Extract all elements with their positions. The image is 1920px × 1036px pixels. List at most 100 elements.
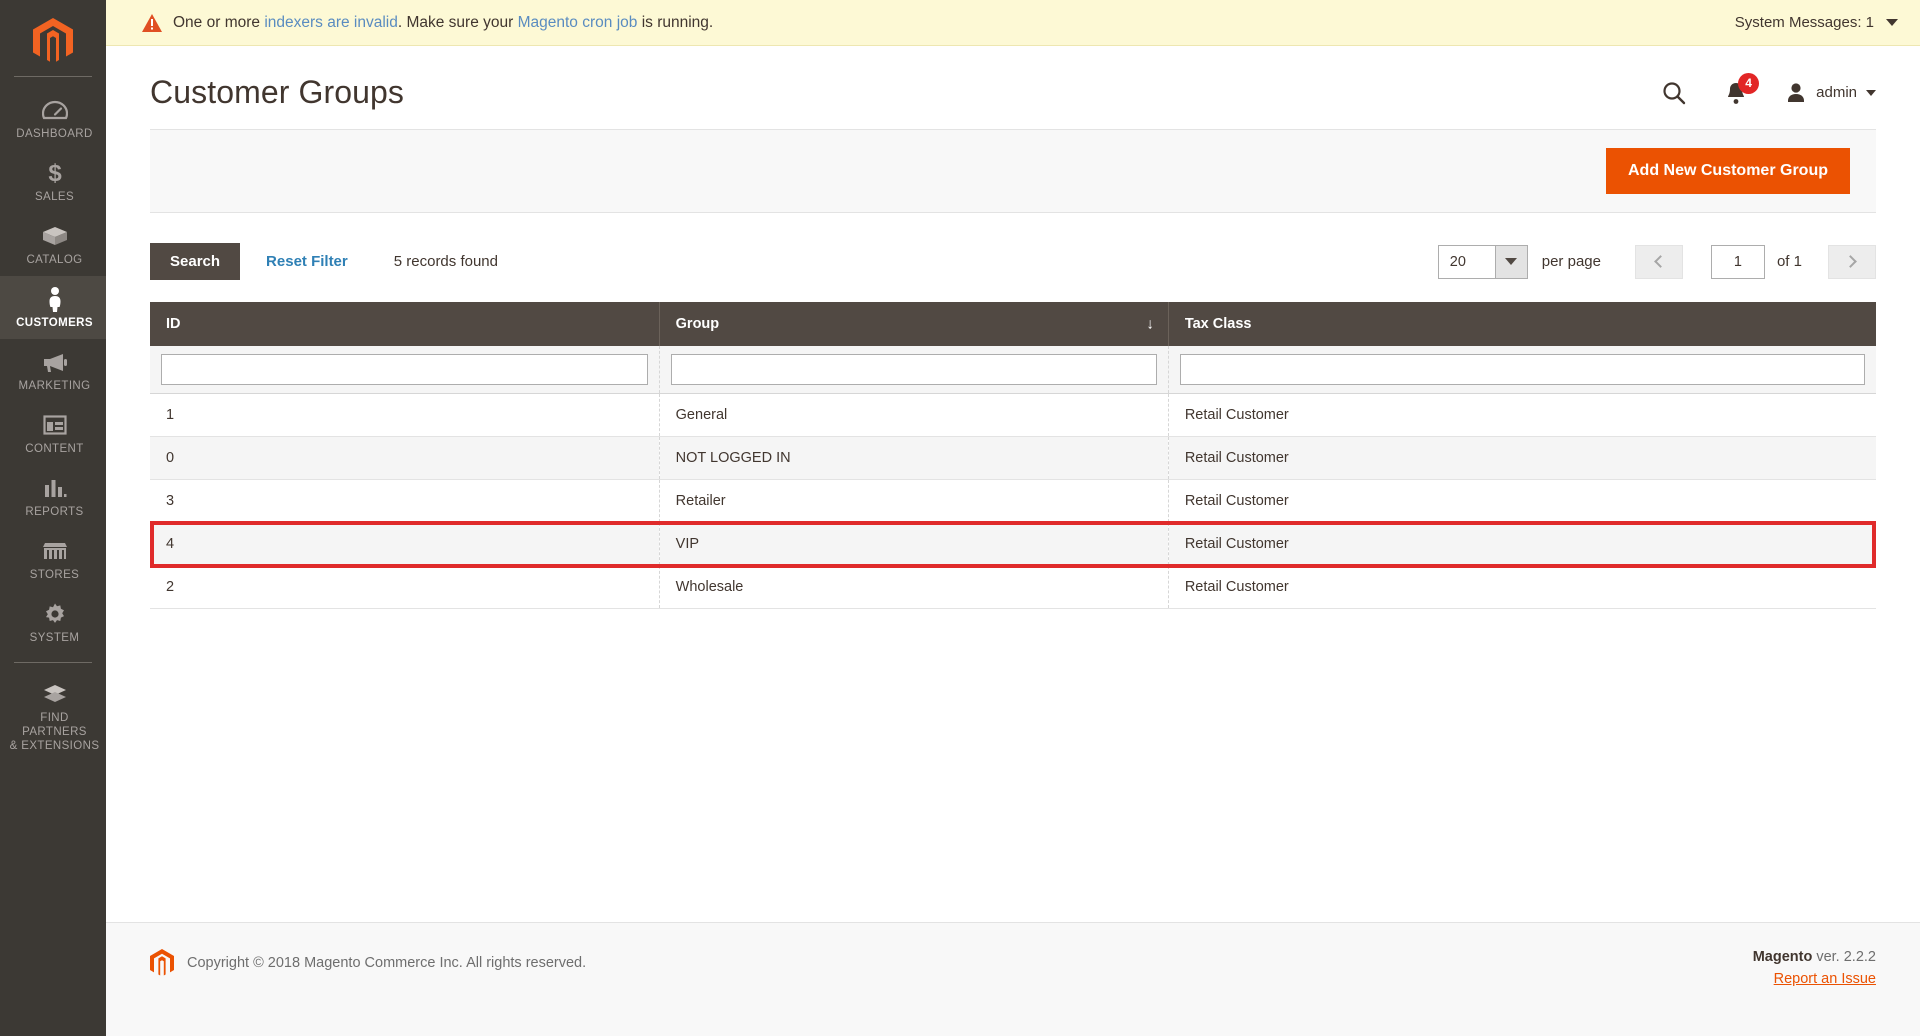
sidebar-item-marketing[interactable]: MARKETING bbox=[0, 339, 106, 402]
cell-group[interactable]: Wholesale bbox=[659, 565, 1169, 609]
cell-id[interactable]: 2 bbox=[150, 565, 660, 609]
global-search-button[interactable] bbox=[1661, 80, 1687, 106]
sidebar-item-label: SYSTEM bbox=[29, 632, 80, 644]
column-header-label: ID bbox=[166, 316, 181, 332]
system-messages-toggle[interactable]: System Messages: 1 bbox=[1735, 14, 1898, 31]
search-button[interactable]: Search bbox=[150, 243, 241, 280]
grid-header-row: ID Group ↓ Tax Class bbox=[150, 302, 1876, 346]
storefront-icon bbox=[7, 538, 102, 564]
report-an-issue-link[interactable]: Report an Issue bbox=[1753, 971, 1876, 987]
filter-cell-tax-class bbox=[1168, 346, 1876, 394]
cell-id[interactable]: 3 bbox=[150, 479, 660, 523]
sidebar-item-label-line1: FIND PARTNERS bbox=[22, 712, 87, 738]
pagination-controls: 20 per page of 1 bbox=[1437, 244, 1876, 279]
table-row-highlighted[interactable]: 4 VIP Retail Customer bbox=[150, 522, 1876, 566]
sidebar-item-label: DASHBOARD bbox=[16, 128, 93, 140]
records-found-label: 5 records found bbox=[393, 253, 498, 270]
table-row[interactable]: 1 General Retail Customer bbox=[150, 393, 1876, 437]
cell-tax-class[interactable]: Retail Customer bbox=[1168, 479, 1876, 523]
sidebar-item-label: CATALOG bbox=[26, 254, 83, 266]
cell-group[interactable]: NOT LOGGED IN bbox=[659, 436, 1169, 480]
grid-filter-row bbox=[150, 346, 1876, 394]
grid-body: 1 General Retail Customer 0 NOT LOGGED I… bbox=[150, 346, 1876, 609]
sidebar-item-customers[interactable]: CUSTOMERS bbox=[0, 276, 106, 339]
chevron-left-icon bbox=[1654, 255, 1667, 268]
admin-user-name: admin bbox=[1816, 84, 1857, 101]
sidebar-item-dashboard[interactable]: DASHBOARD bbox=[0, 87, 106, 150]
cell-tax-class[interactable]: Retail Customer bbox=[1168, 393, 1876, 437]
cron-job-link[interactable]: Magento cron job bbox=[518, 14, 638, 31]
column-header-group[interactable]: Group ↓ bbox=[659, 302, 1169, 346]
cell-tax-class[interactable]: Retail Customer bbox=[1168, 522, 1876, 566]
admin-user-menu[interactable]: admin bbox=[1785, 81, 1876, 105]
cell-group[interactable]: Retailer bbox=[659, 479, 1169, 523]
magento-logo-icon bbox=[33, 18, 73, 62]
notifications-button[interactable]: 4 bbox=[1725, 72, 1760, 105]
filter-input-tax-class[interactable] bbox=[1179, 354, 1865, 385]
table-row[interactable]: 2 Wholesale Retail Customer bbox=[150, 565, 1876, 609]
layout-icon bbox=[7, 412, 102, 438]
sidebar-item-sales[interactable]: $ SALES bbox=[0, 150, 106, 213]
box-icon bbox=[7, 223, 102, 249]
sidebar-item-system[interactable]: SYSTEM bbox=[0, 591, 106, 654]
chevron-right-icon bbox=[1844, 255, 1857, 268]
cell-id[interactable]: 0 bbox=[150, 436, 660, 480]
filter-cell-group bbox=[659, 346, 1169, 394]
page-footer: Copyright © 2018 Magento Commerce Inc. A… bbox=[106, 922, 1920, 1036]
next-page-button[interactable] bbox=[1828, 244, 1876, 279]
grid-table: ID Group ↓ Tax Class 1 General Retail Cu… bbox=[150, 302, 1876, 609]
reset-filter-link[interactable]: Reset Filter bbox=[266, 253, 348, 270]
version-line: Magento ver. 2.2.2 bbox=[1753, 949, 1876, 965]
version-brand: Magento bbox=[1752, 949, 1813, 965]
sidebar-item-content[interactable]: CONTENT bbox=[0, 402, 106, 465]
magento-logo-icon bbox=[150, 949, 174, 976]
cell-group[interactable]: VIP bbox=[659, 522, 1169, 566]
chevron-down-icon bbox=[1866, 89, 1876, 96]
sidebar-item-reports[interactable]: REPORTS bbox=[0, 465, 106, 528]
add-new-customer-group-button[interactable]: Add New Customer Group bbox=[1605, 148, 1850, 194]
cell-tax-class[interactable]: Retail Customer bbox=[1168, 565, 1876, 609]
page-header: Customer Groups 4 admin bbox=[106, 46, 1920, 129]
sidebar-item-label-line2: & EXTENSIONS bbox=[9, 740, 100, 752]
column-header-tax-class[interactable]: Tax Class bbox=[1168, 302, 1876, 346]
chevron-down-icon[interactable] bbox=[1494, 245, 1527, 278]
filter-input-group[interactable] bbox=[670, 354, 1157, 385]
sidebar-item-catalog[interactable]: CATALOG bbox=[0, 213, 106, 276]
cell-id[interactable]: 4 bbox=[150, 522, 660, 566]
sidebar-item-find-partners-extensions[interactable]: FIND PARTNERS & EXTENSIONS bbox=[0, 671, 106, 762]
sidebar-item-label: STORES bbox=[29, 569, 80, 581]
per-page-select[interactable]: 20 bbox=[1437, 244, 1528, 279]
column-header-label: Tax Class bbox=[1184, 316, 1252, 332]
previous-page-button[interactable] bbox=[1634, 244, 1683, 279]
footer-copyright: Copyright © 2018 Magento Commerce Inc. A… bbox=[150, 949, 586, 977]
sidebar-item-label: REPORTS bbox=[25, 506, 84, 518]
total-pages-label: of 1 bbox=[1776, 253, 1802, 270]
system-message: One or more indexers are invalid. Make s… bbox=[142, 13, 714, 32]
sidebar-item-label: SALES bbox=[34, 191, 75, 203]
indexers-link[interactable]: indexers are invalid bbox=[264, 14, 398, 31]
sidebar-logo[interactable] bbox=[0, 10, 106, 72]
filter-input-id[interactable] bbox=[161, 354, 648, 385]
per-page-value: 20 bbox=[1449, 253, 1466, 270]
page-actions-bar: Add New Customer Group bbox=[150, 129, 1876, 213]
cell-group[interactable]: General bbox=[659, 393, 1169, 437]
svg-text:$: $ bbox=[48, 160, 62, 186]
dashboard-icon bbox=[7, 97, 102, 123]
grid-head: ID Group ↓ Tax Class bbox=[150, 302, 1876, 346]
search-icon bbox=[1663, 81, 1686, 104]
table-row[interactable]: 3 Retailer Retail Customer bbox=[150, 479, 1876, 523]
cell-id[interactable]: 1 bbox=[150, 393, 660, 437]
column-header-id[interactable]: ID bbox=[150, 302, 660, 346]
sidebar-item-label: MARKETING bbox=[18, 380, 91, 392]
table-row[interactable]: 0 NOT LOGGED IN Retail Customer bbox=[150, 436, 1876, 480]
msg-text-3: is running. bbox=[637, 13, 714, 31]
cell-tax-class[interactable]: Retail Customer bbox=[1168, 436, 1876, 480]
sidebar-item-label: CONTENT bbox=[25, 443, 84, 455]
main-content: One or more indexers are invalid. Make s… bbox=[106, 0, 1920, 1036]
bar-chart-icon bbox=[7, 475, 102, 501]
grid-toolbar: Search Reset Filter 5 records found 20 p… bbox=[150, 243, 1876, 280]
sidebar-bottom-divider bbox=[14, 662, 92, 663]
sidebar-item-stores[interactable]: STORES bbox=[0, 528, 106, 591]
current-page-input[interactable] bbox=[1710, 244, 1765, 279]
megaphone-icon bbox=[7, 349, 102, 375]
